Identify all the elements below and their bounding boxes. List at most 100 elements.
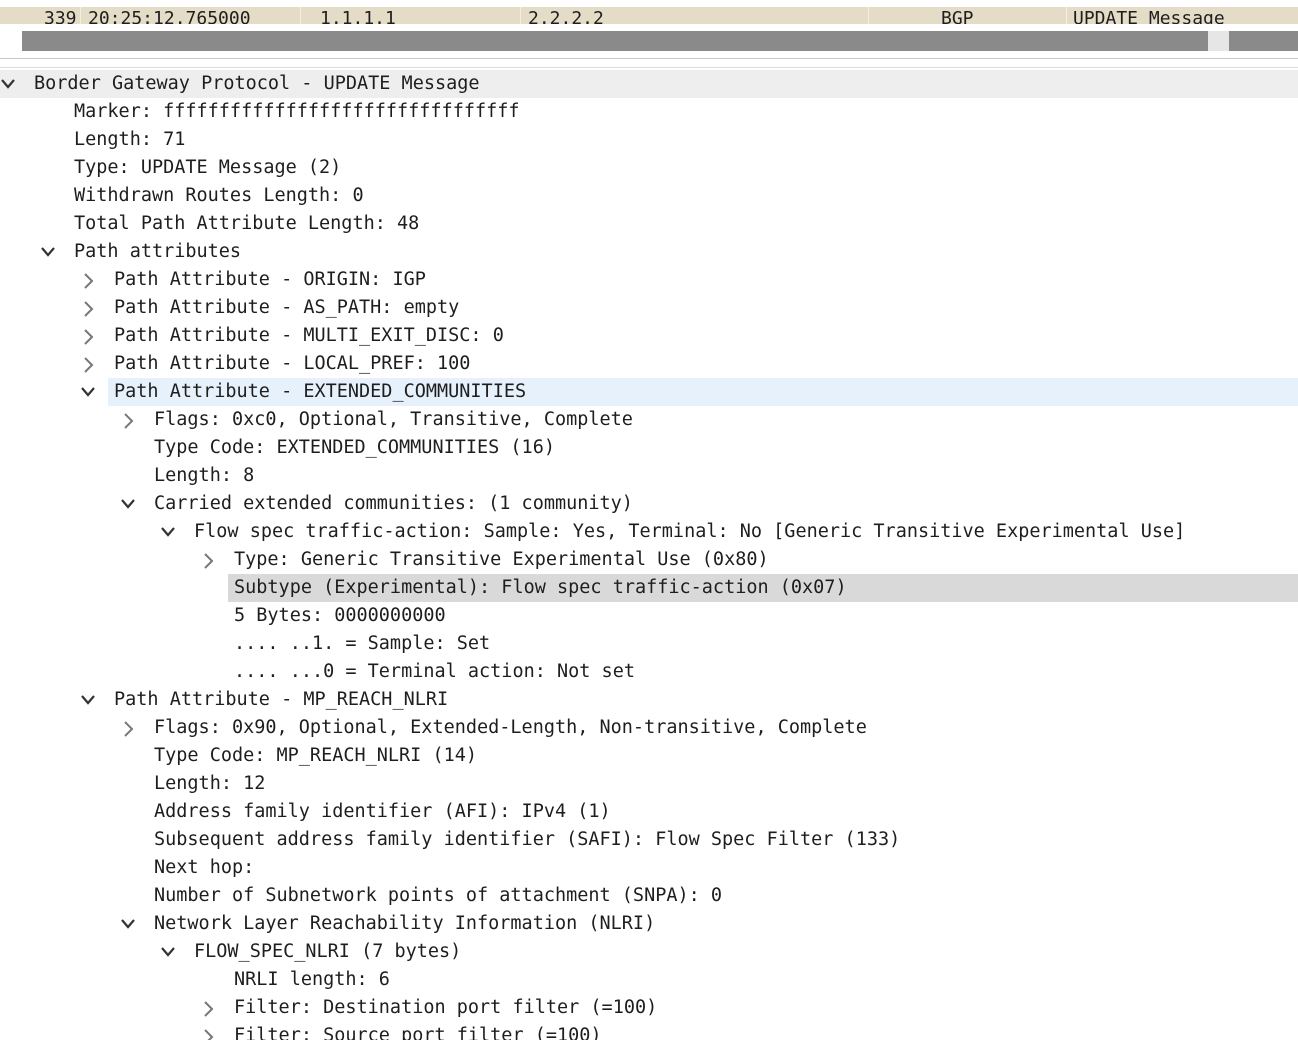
tree-row-ec-length[interactable]: Length: 8 bbox=[0, 462, 1298, 490]
chevron-down-icon[interactable] bbox=[120, 490, 140, 518]
tree-row-flow-spec-nlri[interactable]: FLOW_SPEC_NLRI (7 bytes) bbox=[0, 938, 1298, 966]
tree-row-length[interactable]: Length: 71 bbox=[0, 126, 1298, 154]
tree-label: Length: 12 bbox=[154, 773, 266, 794]
chevron-right-icon[interactable] bbox=[82, 322, 102, 350]
tree-label: Path Attribute - AS_PATH: empty bbox=[114, 297, 460, 318]
tree-label: Carried extended communities: (1 communi… bbox=[154, 493, 633, 514]
tree-row-mp-flags[interactable]: Flags: 0x90, Optional, Extended-Length, … bbox=[0, 714, 1298, 742]
tree-label: Network Layer Reachability Information (… bbox=[154, 913, 656, 934]
tree-label: Path attributes bbox=[74, 241, 242, 262]
chevron-down-icon[interactable] bbox=[160, 938, 180, 966]
tree-row-type[interactable]: Type: UPDATE Message (2) bbox=[0, 154, 1298, 182]
tree-label: Filter: Destination port filter (=100) bbox=[234, 997, 658, 1018]
packet-destination: 2.2.2.2 bbox=[528, 8, 604, 24]
tree-row-total-path-attribute-length[interactable]: Total Path Attribute Length: 48 bbox=[0, 210, 1298, 238]
packet-number: 339 bbox=[44, 8, 77, 24]
chevron-right-icon[interactable] bbox=[82, 266, 102, 294]
packet-protocol: BGP bbox=[941, 8, 974, 24]
tree-row-pa-origin[interactable]: Path Attribute - ORIGIN: IGP bbox=[0, 266, 1298, 294]
tree-label: Filter: Source port filter (=100) bbox=[234, 1025, 602, 1040]
chevron-down-icon[interactable] bbox=[120, 910, 140, 938]
tree-row-fs-sample[interactable]: .... ..1. = Sample: Set bbox=[0, 630, 1298, 658]
tree-row-nlri-length[interactable]: NRLI length: 6 bbox=[0, 966, 1298, 994]
tree-row-mp-snpa[interactable]: Number of Subnetwork points of attachmen… bbox=[0, 882, 1298, 910]
tree-row-withdrawn-routes-length[interactable]: Withdrawn Routes Length: 0 bbox=[0, 182, 1298, 210]
tree-row-pa-multi-exit-disc[interactable]: Path Attribute - MULTI_EXIT_DISC: 0 bbox=[0, 322, 1298, 350]
tree-row-pa-as-path[interactable]: Path Attribute - AS_PATH: empty bbox=[0, 294, 1298, 322]
tree-label: Next hop: bbox=[154, 857, 255, 878]
pane-divider bbox=[0, 67, 1298, 68]
tree-label: Type: Generic Transitive Experimental Us… bbox=[234, 549, 769, 570]
tree-label: Subtype (Experimental): Flow spec traffi… bbox=[234, 577, 847, 598]
scrollbar-thumb-end[interactable] bbox=[1229, 31, 1298, 51]
tree-label: FLOW_SPEC_NLRI (7 bytes) bbox=[194, 941, 462, 962]
tree-label: Withdrawn Routes Length: 0 bbox=[74, 185, 364, 206]
tree-row-filter-destination-port[interactable]: Filter: Destination port filter (=100) bbox=[0, 994, 1298, 1022]
tree-row-flow-spec-traffic-action[interactable]: Flow spec traffic-action: Sample: Yes, T… bbox=[0, 518, 1298, 546]
tree-label: Path Attribute - EXTENDED_COMMUNITIES bbox=[114, 381, 527, 402]
tree-row-fs-type[interactable]: Type: Generic Transitive Experimental Us… bbox=[0, 546, 1298, 574]
tree-label: .... ..1. = Sample: Set bbox=[234, 633, 491, 654]
tree-row-pa-local-pref[interactable]: Path Attribute - LOCAL_PREF: 100 bbox=[0, 350, 1298, 378]
tree-label: Flags: 0x90, Optional, Extended-Length, … bbox=[154, 717, 867, 738]
tree-label: Type Code: EXTENDED_COMMUNITIES (16) bbox=[154, 437, 555, 458]
tree-label: .... ...0 = Terminal action: Not set bbox=[234, 661, 635, 682]
tree-row-pa-extended-communities[interactable]: Path Attribute - EXTENDED_COMMUNITIES bbox=[0, 378, 1298, 406]
tree-row-fs-bytes[interactable]: 5 Bytes: 0000000000 bbox=[0, 602, 1298, 630]
tree-row-mp-length[interactable]: Length: 12 bbox=[0, 770, 1298, 798]
tree-row-fs-subtype[interactable]: Subtype (Experimental): Flow spec traffi… bbox=[0, 574, 1298, 602]
chevron-right-icon[interactable] bbox=[202, 1022, 222, 1040]
tree-row-path-attributes[interactable]: Path attributes bbox=[0, 238, 1298, 266]
tree-label: Length: 71 bbox=[74, 129, 186, 150]
tree-row-bgp-update[interactable]: Border Gateway Protocol - UPDATE Message bbox=[0, 70, 1298, 98]
tree-label: Subsequent address family identifier (SA… bbox=[154, 829, 901, 850]
chevron-right-icon[interactable] bbox=[82, 294, 102, 322]
tree-label: Border Gateway Protocol - UPDATE Message bbox=[34, 73, 480, 94]
tree-row-mp-next-hop[interactable]: Next hop: bbox=[0, 854, 1298, 882]
pane-splitter[interactable] bbox=[0, 58, 1298, 59]
tree-row-pa-mp-reach-nlri[interactable]: Path Attribute - MP_REACH_NLRI bbox=[0, 686, 1298, 714]
tree-row-ec-type-code[interactable]: Type Code: EXTENDED_COMMUNITIES (16) bbox=[0, 434, 1298, 462]
horizontal-scrollbar[interactable] bbox=[0, 24, 1298, 56]
tree-row-mp-safi[interactable]: Subsequent address family identifier (SA… bbox=[0, 826, 1298, 854]
tree-label: Path Attribute - MP_REACH_NLRI bbox=[114, 689, 449, 710]
chevron-right-icon[interactable] bbox=[202, 994, 222, 1022]
tree-label: Address family identifier (AFI): IPv4 (1… bbox=[154, 801, 611, 822]
chevron-down-icon[interactable] bbox=[160, 518, 180, 546]
tree-row-fs-terminal[interactable]: .... ...0 = Terminal action: Not set bbox=[0, 658, 1298, 686]
chevron-down-icon[interactable] bbox=[40, 238, 60, 266]
packet-info: UPDATE Message bbox=[1073, 8, 1225, 24]
packet-list: 339 20:25:12.765000 1.1.1.1 2.2.2.2 BGP … bbox=[0, 0, 1298, 24]
tree-row-mp-type-code[interactable]: Type Code: MP_REACH_NLRI (14) bbox=[0, 742, 1298, 770]
tree-row-mp-nlri[interactable]: Network Layer Reachability Information (… bbox=[0, 910, 1298, 938]
chevron-right-icon[interactable] bbox=[122, 406, 142, 434]
tree-row-filter-source-port[interactable]: Filter: Source port filter (=100) bbox=[0, 1022, 1298, 1040]
tree-label: Path Attribute - ORIGIN: IGP bbox=[114, 269, 426, 290]
tree-label: Number of Subnetwork points of attachmen… bbox=[154, 885, 723, 906]
tree-row-marker[interactable]: Marker: ffffffffffffffffffffffffffffffff bbox=[0, 98, 1298, 126]
tree-label: Flow spec traffic-action: Sample: Yes, T… bbox=[194, 521, 1186, 542]
packet-time: 20:25:12.765000 bbox=[88, 8, 251, 24]
packet-details-tree: Border Gateway Protocol - UPDATE Message… bbox=[0, 70, 1298, 1040]
tree-label: Total Path Attribute Length: 48 bbox=[74, 213, 420, 234]
chevron-down-icon[interactable] bbox=[80, 686, 100, 714]
scrollbar-thumb[interactable] bbox=[22, 31, 1208, 51]
tree-row-ec-flags[interactable]: Flags: 0xc0, Optional, Transitive, Compl… bbox=[0, 406, 1298, 434]
packet-list-row[interactable]: 339 20:25:12.765000 1.1.1.1 2.2.2.2 BGP … bbox=[0, 7, 1298, 24]
tree-label: Flags: 0xc0, Optional, Transitive, Compl… bbox=[154, 409, 633, 430]
tree-label: Length: 8 bbox=[154, 465, 255, 486]
chevron-down-icon[interactable] bbox=[0, 70, 20, 98]
tree-label: Type: UPDATE Message (2) bbox=[74, 157, 342, 178]
chevron-right-icon[interactable] bbox=[122, 714, 142, 742]
chevron-right-icon[interactable] bbox=[82, 350, 102, 378]
tree-label: Marker: ffffffffffffffffffffffffffffffff bbox=[74, 101, 520, 122]
chevron-right-icon[interactable] bbox=[202, 546, 222, 574]
packet-source: 1.1.1.1 bbox=[320, 8, 396, 24]
tree-label: Path Attribute - LOCAL_PREF: 100 bbox=[114, 353, 471, 374]
tree-row-carried-extended-communities[interactable]: Carried extended communities: (1 communi… bbox=[0, 490, 1298, 518]
tree-label: NRLI length: 6 bbox=[234, 969, 390, 990]
tree-label: Path Attribute - MULTI_EXIT_DISC: 0 bbox=[114, 325, 504, 346]
tree-label: 5 Bytes: 0000000000 bbox=[234, 605, 446, 626]
chevron-down-icon[interactable] bbox=[80, 378, 100, 406]
tree-row-mp-afi[interactable]: Address family identifier (AFI): IPv4 (1… bbox=[0, 798, 1298, 826]
